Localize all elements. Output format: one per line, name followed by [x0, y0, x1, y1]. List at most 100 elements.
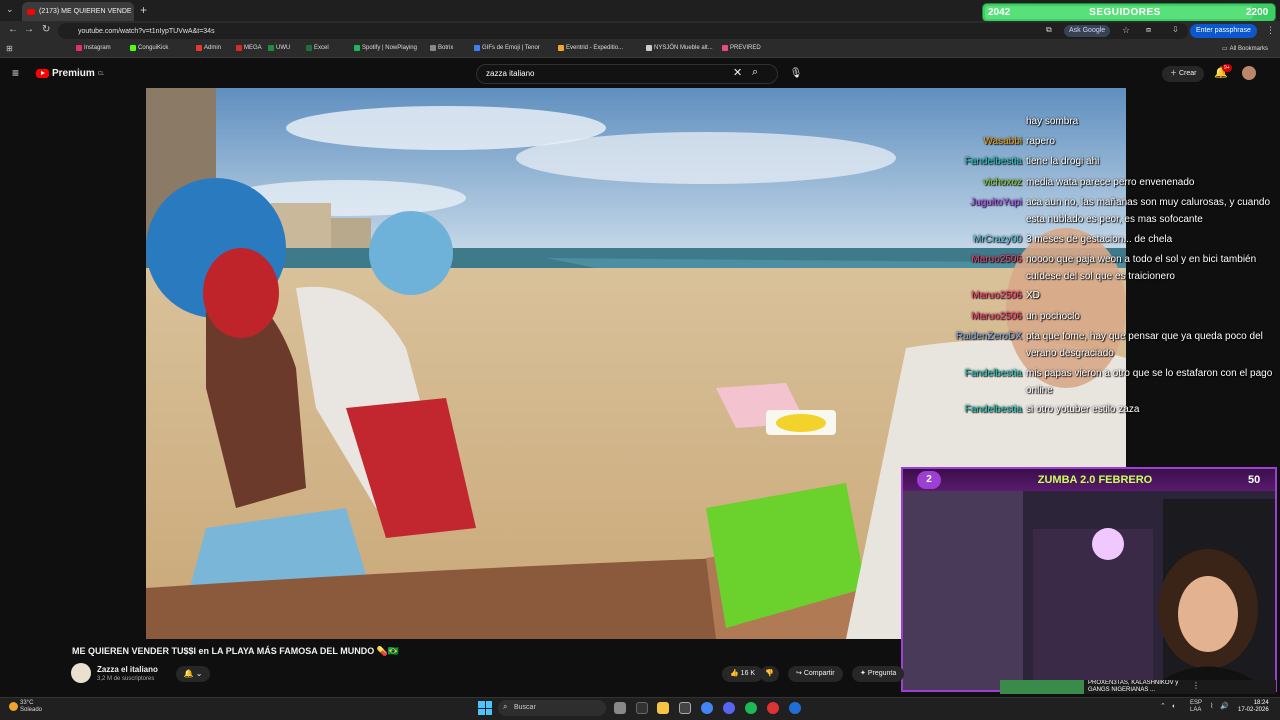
tray-app-icon[interactable]: ◐: [1172, 703, 1176, 710]
bookmark-item[interactable]: ConguiKick: [130, 45, 168, 51]
subscribed-bell-button[interactable]: 🔔 ⌄: [176, 666, 210, 682]
ask-google-button[interactable]: Ask Google: [1064, 25, 1111, 37]
bookmark-favicon-icon: [76, 45, 82, 51]
subscriber-count: 3,2 M de suscriptores: [97, 676, 155, 682]
menu-icon[interactable]: ⋮: [1266, 25, 1275, 36]
bookmark-favicon-icon: [558, 45, 564, 51]
tab-title: (2173) ME QUIEREN VENDE: [39, 8, 132, 15]
bookmark-item[interactable]: Eventrid - Expeditio...: [558, 45, 623, 51]
bookmark-item[interactable]: Excel: [306, 45, 329, 51]
forward-button[interactable]: →: [24, 24, 34, 35]
chat-text: un pochoclo: [1026, 311, 1080, 322]
terminal-icon[interactable]: [636, 702, 648, 714]
follower-goal-current: 2042: [988, 7, 1011, 18]
bookmark-item[interactable]: Botrix: [430, 45, 453, 51]
bookmark-item[interactable]: PREVIRED: [722, 45, 761, 51]
chat-text: aca aun no, las mañanas son muy calurosa…: [1026, 197, 1271, 225]
youtube-favicon-icon: [27, 8, 35, 15]
zumba-goal-current: 2: [917, 471, 941, 489]
chat-text: hay sombra: [1026, 116, 1079, 127]
channel-name[interactable]: Zazza el italiano: [97, 665, 158, 674]
chat-username: Wasabbi: [983, 136, 1022, 147]
chat-username: Maruo2506: [971, 290, 1022, 301]
video-title: ME QUIEREN VENDER TU$$I en LA PLAYA MÁS …: [72, 646, 400, 656]
chat-text: pta que fome, hay que pensar que ya qued…: [1026, 331, 1263, 359]
create-button[interactable]: ＋ Crear: [1162, 66, 1205, 82]
url-text[interactable]: youtube.com/watch?v=t1nIypTUVwA&t=34s: [64, 24, 764, 39]
youtube-play-icon: [36, 69, 49, 78]
bookmark-item[interactable]: NYSJÖN Mueble alt...: [646, 45, 713, 51]
calendar-app-icon[interactable]: [679, 702, 691, 714]
bookmark-favicon-icon: [236, 45, 242, 51]
chat-text: tiene la drogi ahi: [1026, 156, 1100, 167]
bookmark-item[interactable]: Instagram: [76, 45, 111, 51]
bookmark-item[interactable]: GIFs de Emoji | Tenor: [474, 45, 540, 51]
back-button[interactable]: ←: [8, 24, 18, 35]
file-explorer-icon[interactable]: [657, 702, 669, 714]
discord-icon[interactable]: [723, 702, 735, 714]
spotify-icon[interactable]: [745, 702, 757, 714]
chat-text: XD: [1026, 290, 1040, 301]
chat-text: rapero: [1026, 136, 1055, 147]
bookmark-item[interactable]: Admin: [196, 45, 221, 51]
bookmark-favicon-icon: [646, 45, 652, 51]
webcam-frame: [903, 469, 1275, 690]
like-button[interactable]: 👍 16 K: [722, 666, 764, 682]
channel-avatar[interactable]: [71, 663, 91, 683]
bookmark-favicon-icon: [196, 45, 202, 51]
wifi-icon[interactable]: ⌇: [1210, 703, 1213, 710]
chrome-icon[interactable]: [701, 702, 713, 714]
bookmark-favicon-icon: [130, 45, 136, 51]
bookmark-favicon-icon: [354, 45, 360, 51]
reload-button[interactable]: ↻: [42, 24, 50, 35]
bookmark-item[interactable]: UWU: [268, 45, 290, 51]
chat-username: MrCrazy00: [973, 234, 1022, 245]
dislike-button[interactable]: 👎: [760, 666, 779, 682]
youtube-premium-logo[interactable]: Premium CL: [36, 68, 104, 79]
search-input[interactable]: zazza italiano: [486, 64, 534, 84]
ticker-flag-icon: [1000, 680, 1084, 694]
downloads-icon[interactable]: ⇩: [1172, 25, 1179, 34]
bookmark-item[interactable]: MEGA: [236, 45, 262, 51]
tray-chevron-icon[interactable]: ⌃: [1160, 703, 1166, 710]
chat-text: noooo que paja weon a todo el sol y en b…: [1026, 254, 1257, 282]
bookmark-star-icon[interactable]: ☆: [1122, 25, 1130, 36]
chat-username: vichoxoz: [983, 177, 1022, 188]
obs-icon[interactable]: [767, 702, 779, 714]
zumba-goal-title: ZUMBA 2.0 FEBRERO: [1037, 474, 1153, 486]
chat-username: Fandelbestia: [964, 404, 1022, 415]
hamburger-menu-icon[interactable]: ≡: [12, 66, 19, 80]
weather-widget[interactable]: 33°C Soleado: [8, 700, 42, 714]
avatar[interactable]: [1242, 66, 1256, 80]
taskbar-clock[interactable]: 18:24 17-02-2026: [1238, 700, 1269, 714]
clear-search-icon[interactable]: ✕: [733, 66, 742, 79]
tab-search-icon[interactable]: ⌄: [6, 4, 14, 15]
ask-button[interactable]: ✦ Pregunta: [852, 666, 905, 682]
vpn-icon[interactable]: [789, 702, 801, 714]
share-button[interactable]: ↪ Compartir: [788, 666, 843, 682]
chat-username: Maruo2506: [971, 311, 1022, 322]
browser-tab[interactable]: (2173) ME QUIEREN VENDE 🔈 ×: [22, 2, 134, 21]
taskbar-search-icon: ⌕: [503, 702, 508, 711]
chat-username: Fandelbestia: [964, 368, 1022, 379]
webcam-overlay: [901, 467, 1277, 692]
extensions-icon[interactable]: ⧈: [1146, 25, 1151, 35]
apps-icon[interactable]: ⊞: [6, 44, 13, 53]
enter-passphrase-button[interactable]: Enter passphrase: [1190, 24, 1257, 38]
microphone-icon[interactable]: 🎙: [788, 64, 804, 84]
all-bookmarks[interactable]: ▭ All Bookmarks: [1222, 45, 1268, 53]
windows-start-icon[interactable]: [478, 701, 492, 715]
bookmark-item[interactable]: Spotify | NowPlaying: [354, 45, 417, 51]
more-options-icon[interactable]: ⋮: [1192, 681, 1200, 690]
chat-text: mis papas vieron a otro que se lo estafa…: [1026, 368, 1273, 396]
search-icon[interactable]: ⌕: [752, 66, 758, 79]
volume-icon[interactable]: 🔊: [1220, 703, 1229, 710]
task-view-icon[interactable]: [614, 702, 626, 714]
taskbar-search-input[interactable]: Buscar: [498, 700, 606, 716]
new-tab-button[interactable]: +: [140, 3, 147, 17]
bookmarks-bar: [0, 41, 1280, 58]
install-icon[interactable]: ⧉: [1046, 25, 1052, 35]
bookmark-favicon-icon: [474, 45, 480, 51]
bookmark-favicon-icon: [722, 45, 728, 51]
chat-text: media wata parece perro envenenado: [1026, 177, 1195, 188]
